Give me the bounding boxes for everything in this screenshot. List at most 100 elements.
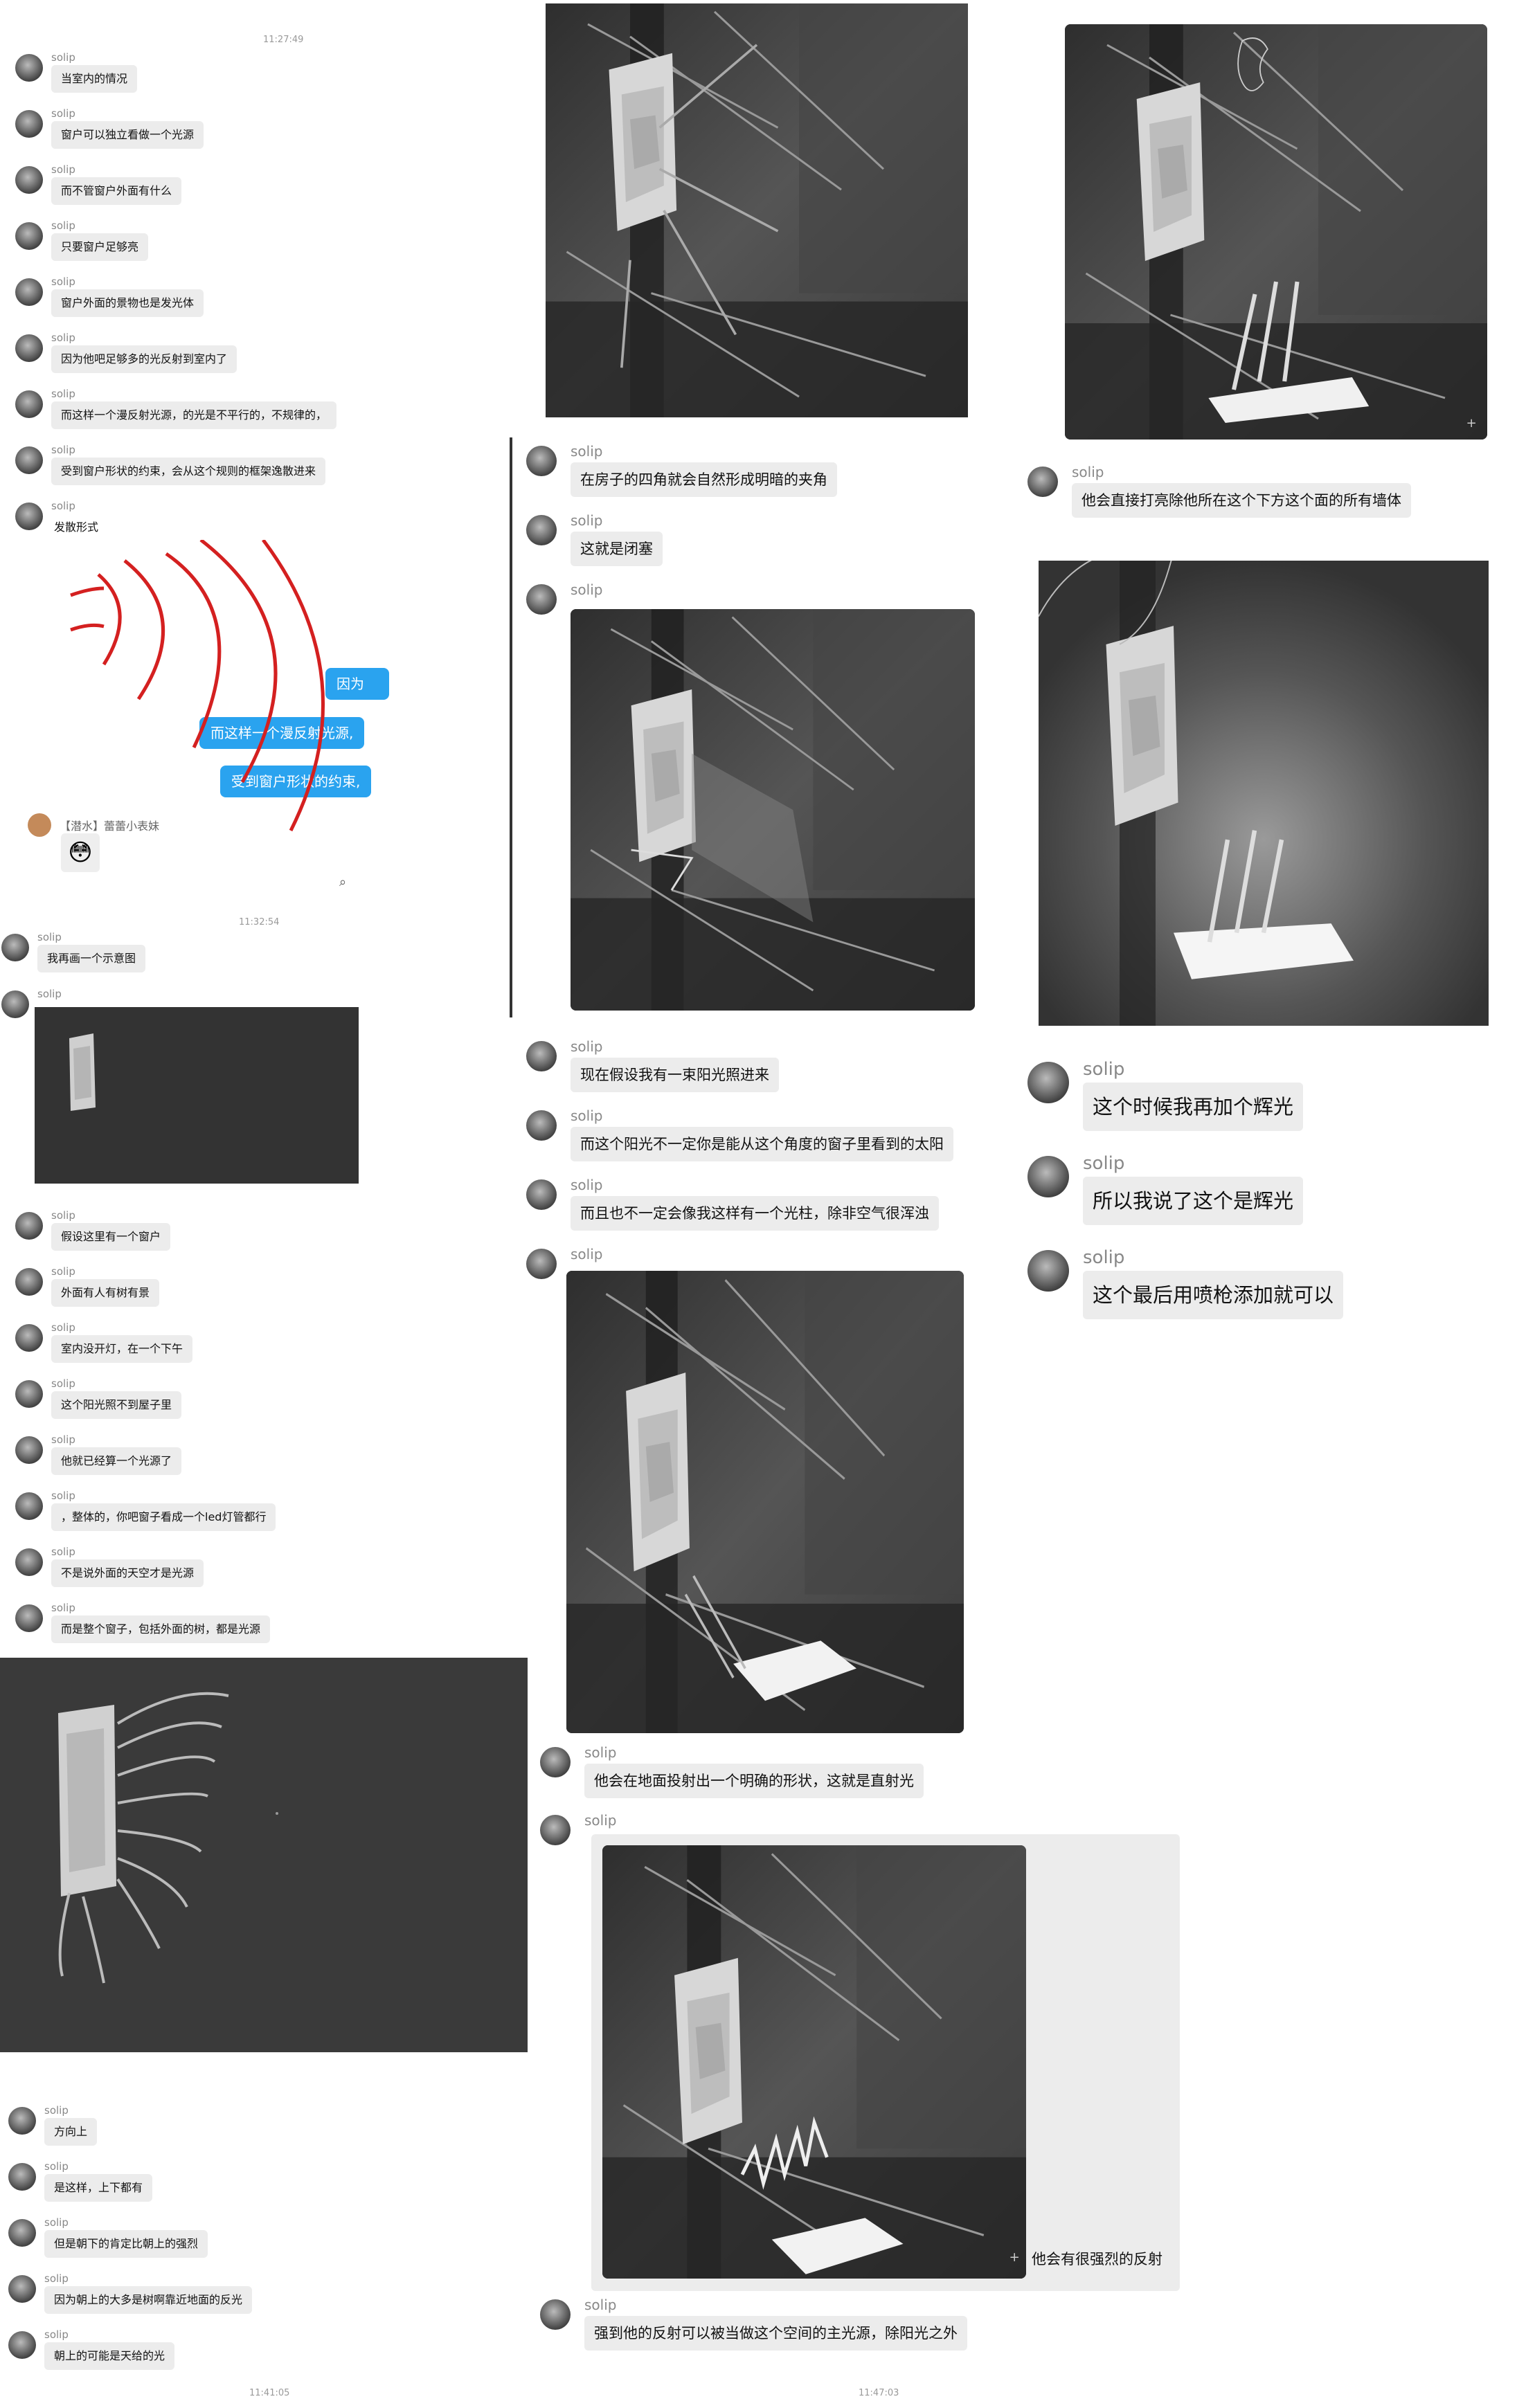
avatar[interactable] [540, 1815, 571, 1845]
sender-name: solip [571, 1107, 603, 1124]
message-bubble[interactable]: 因为朝上的大多是树啊靠近地面的反光 [44, 2286, 253, 2314]
sender-name: solip [584, 1812, 617, 1829]
message-bubble[interactable]: 窗户可以独立看做一个光源 [51, 121, 204, 149]
message-bubble[interactable]: 不是说外面的天空才是光源 [51, 1559, 204, 1587]
avatar[interactable] [540, 2299, 571, 2330]
timestamp: 11:41:05 [249, 2388, 290, 2398]
avatar[interactable] [15, 503, 43, 530]
avatar[interactable] [15, 166, 43, 194]
sender-name: solip [44, 2104, 69, 2117]
avatar[interactable] [28, 813, 51, 837]
avatar[interactable] [15, 1604, 43, 1632]
avatar[interactable] [526, 1179, 557, 1210]
message-bubble[interactable]: ，整体的，你吧窗子看成一个led灯管都行 [51, 1503, 276, 1531]
avatar[interactable] [15, 278, 43, 306]
message-bubble[interactable]: 而且也不一定会像我这样有一个光柱，除非空气很浑浊 [571, 1196, 939, 1231]
message-bubble[interactable]: 室内没开灯，在一个下午 [51, 1335, 193, 1363]
message-bubble[interactable]: 这个阳光照不到屋子里 [51, 1391, 182, 1419]
avatar[interactable] [8, 2107, 36, 2135]
message-bubble[interactable]: 而这个阳光不一定你是能从这个角度的窗子里看到的太阳 [571, 1127, 953, 1161]
avatar[interactable] [8, 2331, 36, 2359]
avatar[interactable] [15, 334, 43, 362]
sender-name: solip [37, 988, 62, 1000]
drawing-image[interactable] [1039, 561, 1489, 1026]
avatar[interactable] [526, 1110, 557, 1141]
message-bubble[interactable]: 受到窗户形状的约束，会从这个规则的框架逸散进来 [51, 458, 326, 485]
message-bubble[interactable]: 窗户外面的景物也是发光体 [51, 289, 204, 317]
avatar[interactable] [8, 2163, 36, 2191]
sender-name: solip [51, 1433, 75, 1446]
avatar[interactable] [526, 1249, 557, 1279]
avatar[interactable] [1, 934, 29, 961]
avatar[interactable] [1027, 467, 1058, 497]
drawing-image[interactable] [35, 1007, 359, 1184]
avatar[interactable] [8, 2219, 36, 2247]
sender-name: solip [51, 275, 75, 288]
avatar[interactable] [1027, 1062, 1069, 1103]
avatar[interactable] [526, 446, 557, 476]
avatar[interactable] [15, 1268, 43, 1296]
message-bubble[interactable]: 他就已经算一个光源了 [51, 1447, 182, 1475]
drawing-image[interactable]: + [602, 1845, 1026, 2279]
message-bubble[interactable]: 因为他吧足够多的光反射到室内了 [51, 345, 237, 373]
avatar[interactable] [1, 990, 29, 1018]
message-bubble[interactable]: 这个时候我再加个辉光 [1083, 1083, 1304, 1131]
avatar[interactable] [15, 222, 43, 250]
avatar[interactable] [15, 110, 43, 138]
drawing-image[interactable] [571, 609, 975, 1011]
avatar[interactable] [540, 1747, 571, 1777]
drawing-image[interactable] [566, 1271, 964, 1733]
drawing-image[interactable]: + [1065, 24, 1487, 440]
sketch-screenshot[interactable]: 因为 而这样一个漫反射光源, 受到窗户形状的约束, 【潜水】蕾蕾小表妹 😳 ⌕ [28, 540, 389, 900]
message-bubble[interactable]: 朝上的可能是天给的光 [44, 2342, 175, 2370]
avatar[interactable] [15, 390, 43, 418]
message-bubble[interactable]: 在房子的四角就会自然形成明暗的夹角 [571, 462, 837, 497]
message-bubble[interactable]: 我再画一个示意图 [37, 945, 146, 972]
drawing-image[interactable] [0, 1658, 528, 2052]
drawing-image[interactable] [546, 3, 968, 417]
avatar[interactable] [15, 1380, 43, 1408]
avatar[interactable] [1027, 1250, 1069, 1292]
sender-name: solip [44, 2272, 69, 2285]
message-bubble[interactable]: 而这样一个漫反射光源，的光是不平行的，不规律的， [51, 401, 337, 429]
message-bubble[interactable]: 所以我说了这个是辉光 [1083, 1177, 1304, 1225]
zoom-icon[interactable]: ⌕ [339, 875, 346, 889]
message-bubble[interactable]: 当室内的情况 [51, 65, 138, 93]
avatar[interactable] [1027, 1156, 1069, 1197]
message-bubble[interactable]: 他会直接打亮除他所在这个下方这个面的所有墙体 [1072, 483, 1411, 518]
message-bubble[interactable]: 而是整个窗子，包括外面的树，都是光源 [51, 1615, 271, 1643]
avatar[interactable] [15, 446, 43, 474]
message-bubble[interactable]: 他会在地面投射出一个明确的形状，这就是直射光 [584, 1764, 924, 1798]
sender-name: solip [51, 1602, 75, 1614]
message-bubble[interactable]: 这个最后用喷枪添加就可以 [1083, 1271, 1344, 1319]
message-bubble[interactable]: 只要窗户足够亮 [51, 233, 149, 261]
avatar[interactable] [15, 1436, 43, 1464]
emoji-face-icon[interactable]: 😳 [61, 833, 100, 872]
message-bubble[interactable]: 但是朝下的肯定比朝上的强烈 [44, 2230, 208, 2258]
sender-name: solip [1083, 1153, 1125, 1174]
message-bubble[interactable]: 发散形式 [51, 514, 108, 541]
timestamp: 11:27:49 [263, 35, 304, 45]
message-bubble[interactable]: 方向上 [44, 2118, 98, 2146]
sender-name: solip [584, 1744, 617, 1761]
avatar[interactable] [15, 1492, 43, 1520]
avatar[interactable] [526, 515, 557, 545]
message-bubble[interactable]: 是这样，上下都有 [44, 2174, 153, 2202]
message-bubble[interactable]: 现在假设我有一束阳光照进来 [571, 1058, 779, 1092]
avatar[interactable] [15, 1324, 43, 1352]
message-bubble[interactable]: 而不管窗户外面有什么 [51, 177, 182, 205]
message-bubble[interactable]: 假设这里有一个窗户 [51, 1223, 171, 1251]
message-bubble[interactable]: 强到他的反射可以被当做这个空间的主光源，除阳光之外 [584, 2316, 967, 2351]
avatar[interactable] [15, 1212, 43, 1240]
avatar[interactable] [15, 54, 43, 82]
sender-name: solip [51, 1265, 75, 1278]
message-bubble[interactable]: 这就是闭塞 [571, 532, 663, 566]
avatar[interactable] [15, 1548, 43, 1576]
message-bubble[interactable]: 外面有人有树有景 [51, 1279, 160, 1307]
timestamp: 11:32:54 [239, 917, 280, 927]
sender-name: solip [571, 443, 603, 460]
avatar[interactable] [526, 1041, 557, 1071]
avatar[interactable] [526, 584, 557, 615]
sender-name: solip [44, 2160, 69, 2173]
avatar[interactable] [8, 2275, 36, 2303]
